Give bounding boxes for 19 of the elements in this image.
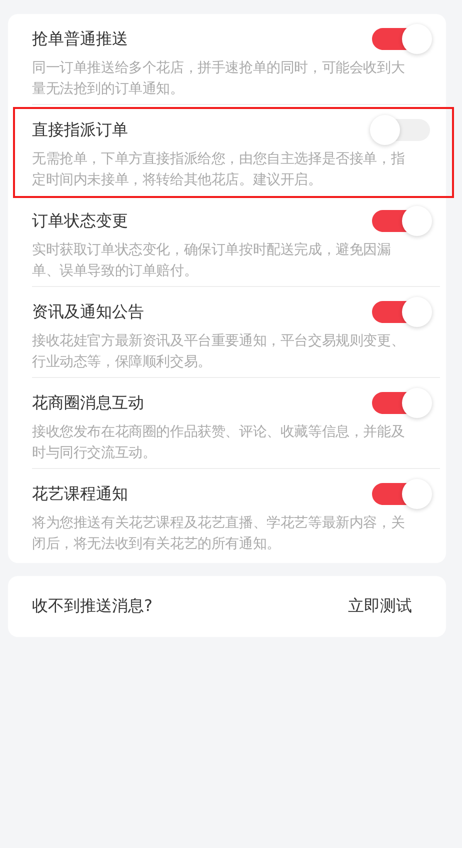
setting-title: 抢单普通推送 [32,28,128,50]
setting-description: 将为您推送有关花艺课程及花艺直播、学花艺等最新内容，关闭后，将无法收到有关花艺的所有通知。 [32,514,406,554]
setting-description: 无需抢单，下单方直接指派给您，由您自主选择是否接单，指定时间内未接单，将转给其他花店。建议开启。 [32,150,406,190]
setting-title: 花商圈消息互动 [32,392,144,414]
toggle-switch[interactable] [370,297,434,327]
toggle-switch[interactable] [370,388,434,418]
setting-description: 同一订单推送给多个花店，拼手速抢单的同时，可能会收到大量无法抢到的订单通知。 [32,59,406,99]
setting-title: 资讯及通知公告 [32,302,144,322]
setting-title: 直接指派订单 [32,120,128,140]
setting-title: 订单状态变更 [32,210,128,232]
toggle-switch[interactable] [370,479,434,509]
setting-description: 接收花娃官方最新资讯及平台重要通知，平台交易规则变更、行业动态等，保障顺利交易。 [32,332,406,372]
setting-description: 接收您发布在花商圈的作品获赞、评论、收藏等信息，并能及时与同行交流互动。 [32,423,406,463]
question-text: 收不到推送消息? [32,596,152,617]
setting-description: 实时获取订单状态变化，确保订单按时配送完成，避免因漏单、误单导致的订单赔付。 [32,241,392,281]
toggle-switch[interactable] [370,24,434,54]
test-now-button[interactable]: 立即测试 [348,596,412,617]
toggle-switch[interactable] [370,206,434,236]
setting-title: 花艺课程通知 [32,484,128,504]
